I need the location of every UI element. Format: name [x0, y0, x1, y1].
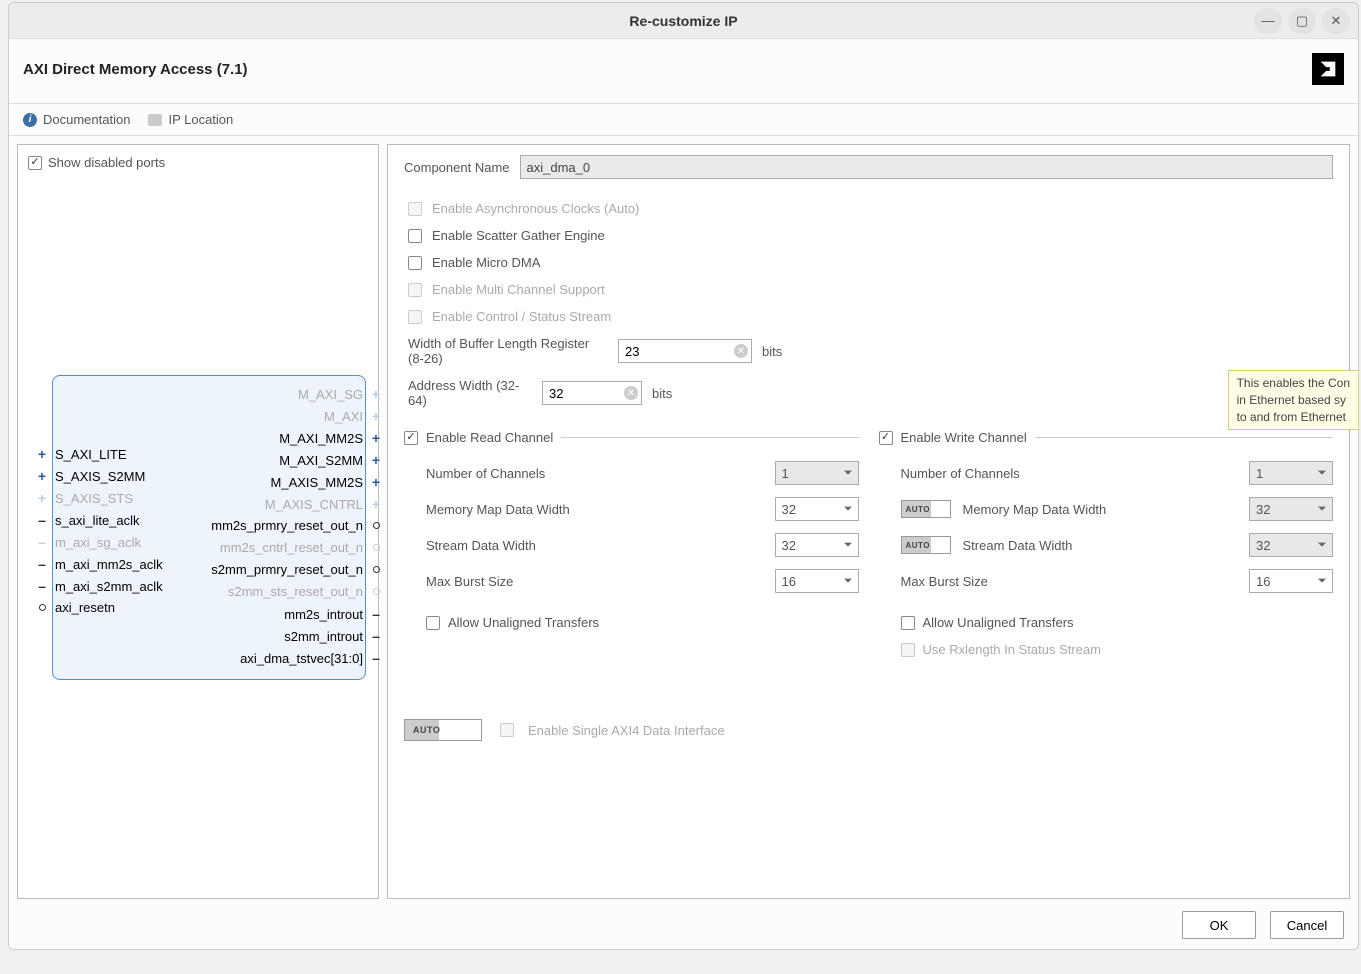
enable-control-status-checkbox	[408, 310, 422, 324]
write-mm-width-select[interactable]: 32	[1249, 497, 1333, 521]
cancel-button[interactable]: Cancel	[1270, 911, 1344, 939]
enable-multi-channel-checkbox	[408, 283, 422, 297]
port-mm2s-prmry-reset: mm2s_prmry_reset_out_n	[207, 518, 385, 533]
buffer-width-input[interactable]	[618, 339, 752, 363]
port-m-axi-sg-aclk: –m_axi_sg_aclk	[33, 534, 145, 550]
buffer-width-label: Width of Buffer Length Register (8-26)	[408, 336, 608, 366]
port-m-axi-mm2s-aclk: –m_axi_mm2s_aclk	[33, 556, 167, 572]
enable-read-channel-checkbox[interactable]	[404, 431, 418, 445]
info-icon: i	[23, 113, 37, 127]
port-m-axi-sg: +M_AXI_SG	[294, 386, 385, 402]
titlebar: Re-customize IP — ▢ ✕	[9, 3, 1358, 39]
read-channel-group: Enable Read Channel Number of Channels1 …	[404, 430, 859, 669]
enable-write-channel-checkbox[interactable]	[879, 431, 893, 445]
port-m-axis-cntrl: +M_AXIS_CNTRL	[261, 496, 385, 512]
show-disabled-ports-label: Show disabled ports	[48, 155, 165, 170]
amd-logo	[1312, 53, 1344, 85]
write-stream-width-select[interactable]: 32	[1249, 533, 1333, 557]
write-rxlength-checkbox	[901, 643, 915, 657]
port-s2mm-sts-reset: s2mm_sts_reset_out_n	[224, 584, 385, 599]
port-s-axis-s2mm: +S_AXIS_S2MM	[33, 468, 149, 484]
configuration-pane: Component Name Enable Asynchronous Clock…	[387, 144, 1350, 899]
port-m-axis-mm2s: +M_AXIS_MM2S	[267, 474, 385, 490]
minimize-button[interactable]: —	[1254, 8, 1282, 34]
auto-badge[interactable]: AUTO	[404, 719, 482, 741]
read-num-channels-select[interactable]: 1	[775, 461, 859, 485]
tooltip: This enables the Con in Ethernet based s…	[1228, 370, 1359, 430]
port-s2mm-introut: –s2mm_introut	[280, 628, 385, 644]
port-s-axi-lite-aclk: –s_axi_lite_aclk	[33, 512, 144, 528]
enable-micro-dma-checkbox[interactable]	[408, 256, 422, 270]
read-mm-width-select[interactable]: 32	[775, 497, 859, 521]
port-m-axi-mm2s: +M_AXI_MM2S	[275, 430, 385, 446]
maximize-button[interactable]: ▢	[1288, 8, 1316, 34]
write-channel-group: Enable Write Channel Number of Channels1…	[879, 430, 1334, 669]
port-m-axi-s2mm: +M_AXI_S2MM	[275, 452, 385, 468]
enable-scatter-gather-checkbox[interactable]	[408, 229, 422, 243]
port-mm2s-cntrl-reset: mm2s_cntrl_reset_out_n	[216, 540, 385, 555]
read-unaligned-checkbox[interactable]	[426, 616, 440, 630]
enable-async-clocks-checkbox	[408, 202, 422, 216]
clear-icon[interactable]: ✕	[624, 386, 638, 400]
read-burst-size-select[interactable]: 16	[775, 569, 859, 593]
port-m-axi-s2mm-aclk: –m_axi_s2mm_aclk	[33, 578, 167, 594]
ip-location-link[interactable]: IP Location	[148, 112, 233, 127]
address-width-label: Address Width (32-64)	[408, 378, 532, 408]
port-s-axis-sts: +S_AXIS_STS	[33, 490, 137, 506]
write-num-channels-select[interactable]: 1	[1249, 461, 1333, 485]
single-axi4-checkbox	[500, 723, 514, 737]
write-burst-size-select[interactable]: 16	[1249, 569, 1333, 593]
ip-title: AXI Direct Memory Access (7.1)	[23, 61, 248, 78]
port-m-axi: +M_AXI	[320, 408, 385, 424]
port-s-axi-lite: +S_AXI_LITE	[33, 446, 131, 462]
write-unaligned-checkbox[interactable]	[901, 616, 915, 630]
auto-badge[interactable]: AUTO	[901, 500, 951, 518]
block-diagram-pane: Show disabled ports +S_AXI_LITE +S_AXIS_…	[17, 144, 379, 899]
ok-button[interactable]: OK	[1182, 911, 1256, 939]
port-mm2s-introut: –mm2s_introut	[280, 606, 385, 622]
port-axi-dma-tstvec: –axi_dma_tstvec[31:0]	[236, 650, 385, 666]
read-stream-width-select[interactable]: 32	[775, 533, 859, 557]
port-axi-resetn: axi_resetn	[33, 600, 119, 615]
documentation-link[interactable]: i Documentation	[23, 112, 130, 127]
folder-icon	[148, 114, 162, 126]
port-s2mm-prmry-reset: s2mm_prmry_reset_out_n	[207, 562, 385, 577]
show-disabled-ports-checkbox[interactable]	[28, 156, 42, 170]
close-button[interactable]: ✕	[1322, 8, 1350, 34]
window-title: Re-customize IP	[629, 13, 737, 29]
component-name-input[interactable]	[520, 155, 1334, 179]
component-name-label: Component Name	[404, 160, 510, 175]
auto-badge[interactable]: AUTO	[901, 536, 951, 554]
ip-block: +S_AXI_LITE +S_AXIS_S2MM +S_AXIS_STS –s_…	[52, 375, 366, 680]
clear-icon[interactable]: ✕	[734, 344, 748, 358]
